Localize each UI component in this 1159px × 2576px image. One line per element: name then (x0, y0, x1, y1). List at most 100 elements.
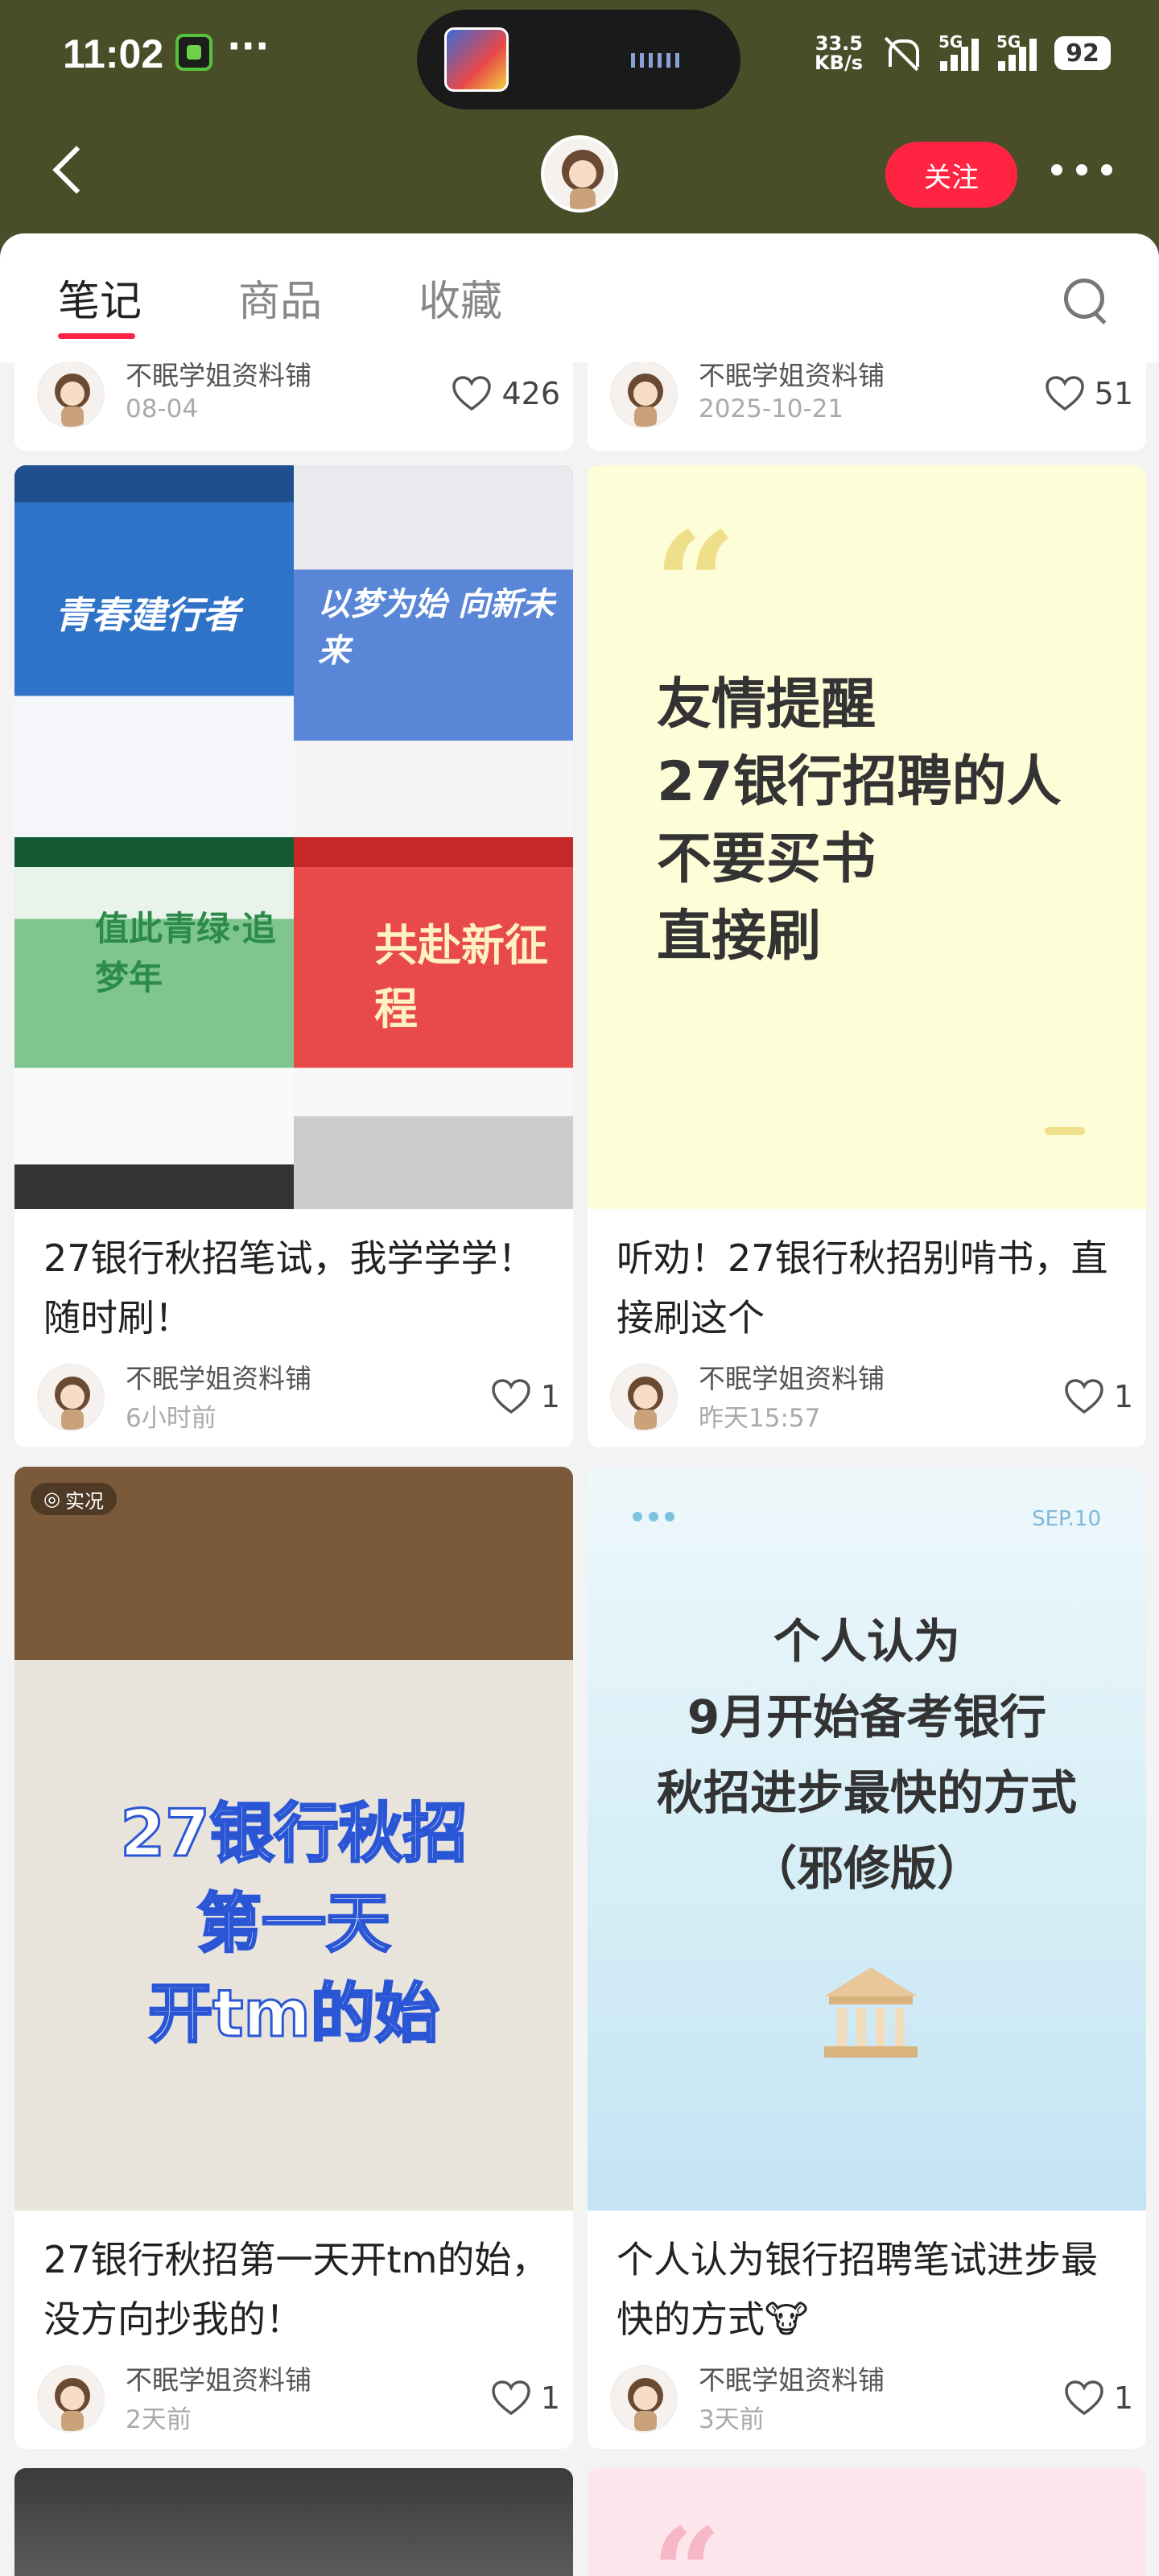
more-options-icon[interactable] (1051, 164, 1112, 177)
audio-wave-icon (631, 53, 681, 68)
note-title[interactable]: 27银行秋招第一天开tm的始，没方向抄我的！ (43, 2230, 551, 2349)
bank-building-icon (824, 1967, 918, 2058)
author-avatar[interactable] (37, 2365, 105, 2433)
author-name[interactable]: 不眠学姐资料铺 (126, 362, 311, 393)
author-name[interactable]: 不眠学姐资料铺 (699, 1357, 885, 1396)
status-indicators: 33.5 KB/s 5G 5G 92 (815, 29, 1111, 77)
like-count: 1 (540, 2380, 560, 2416)
cover-text: 友情提醒 27银行招聘的人 不要买书 直接刷 (657, 673, 1062, 968)
mute-bell-icon (881, 33, 921, 73)
like-count: 51 (1094, 376, 1133, 411)
note-date: 6小时前 (126, 1404, 217, 1433)
author-avatar[interactable] (610, 1364, 678, 1431)
tab-favorites[interactable]: 收藏 (419, 267, 502, 328)
heart-icon (1065, 1379, 1103, 1414)
cover-text: 个人认为 9月开始备考银行 秋招进步最快的方式 （邪修版） (656, 1614, 1077, 1896)
battery-indicator: 92 (1054, 36, 1111, 70)
cover-text: 27银行秋招 第一天 开tm的始 (119, 1795, 468, 2053)
note-card[interactable]: 不眠学姐资料铺 2025-10-21 51 (588, 362, 1146, 451)
cover-label: 以梦为始 向新未来 (318, 585, 555, 670)
note-date: 3天前 (699, 2405, 765, 2434)
note-card[interactable]: 不眠学姐资料铺 08-04 426 (14, 362, 573, 451)
note-cover-image[interactable]: SEP.10 个人认为 9月开始备考银行 秋招进步最快的方式 （邪修版） (588, 1467, 1146, 2211)
author-name[interactable]: 不眠学姐资料铺 (699, 362, 885, 393)
tab-products[interactable]: 商品 (238, 267, 322, 328)
like-count: 1 (540, 1379, 560, 1414)
note-card[interactable]: “ (588, 2468, 1146, 2576)
like-button[interactable]: 51 (1045, 374, 1133, 414)
note-card[interactable]: SEP.10 个人认为 9月开始备考银行 秋招进步最快的方式 （邪修版） 个人认… (588, 1467, 1146, 2449)
live-photo-badge: ◎ 实况 (31, 1483, 117, 1515)
heart-icon (1045, 376, 1084, 411)
more-notifications-icon: ··· (227, 24, 270, 68)
network-speed-value: 33.5 (815, 32, 863, 55)
note-cover-image[interactable]: “ 友情提醒 27银行招聘的人 不要买书 直接刷 (588, 465, 1146, 1209)
author-name[interactable]: 不眠学姐资料铺 (126, 2359, 311, 2397)
signal-label: 5G (996, 32, 1021, 52)
note-meta: 不眠学姐资料铺 2天前 1 (37, 2359, 560, 2439)
note-title[interactable]: 个人认为银行招聘笔试进步最快的方式🐮 (617, 2230, 1124, 2349)
date-label: SEP.10 (1032, 1507, 1101, 1531)
author-avatar[interactable] (610, 362, 678, 428)
quote-mark-icon: “ (652, 2502, 722, 2576)
author-name[interactable]: 不眠学姐资料铺 (699, 2359, 885, 2397)
live-icon: ◎ (43, 1488, 60, 1510)
like-count: 1 (1113, 1379, 1133, 1414)
heart-icon (1065, 2380, 1103, 2416)
status-time: 11:02 (63, 31, 164, 76)
note-card[interactable]: “ 友情提醒 27银行招聘的人 不要买书 直接刷 听劝！27银行秋招别啃书，直接… (588, 465, 1146, 1447)
dots-decoration-icon (633, 1512, 674, 1521)
app-notification-icon (175, 34, 212, 71)
like-button[interactable]: 1 (1064, 2378, 1133, 2418)
bank-site-screenshot: 值此青绿·追梦年 (14, 837, 294, 1209)
like-button[interactable]: 1 (1064, 1377, 1133, 1417)
notes-feed: 不眠学姐资料铺 08-04 426 不眠学姐资料铺 2025-10-21 51 … (0, 362, 1159, 2576)
note-date: 昨天15:57 (699, 1404, 821, 1433)
note-card[interactable]: ◎ 实况 27银行秋招 第一天 开tm的始 27银行秋招第一天开tm的始，没方向… (14, 1467, 573, 2449)
author-avatar[interactable] (37, 362, 105, 428)
cover-label: 值此青绿·追梦年 (95, 909, 276, 997)
follow-button[interactable]: 关注 (885, 142, 1017, 208)
decorative-dash (1045, 1127, 1085, 1135)
like-button[interactable]: 1 (491, 1377, 560, 1417)
note-card[interactable]: 青春建行者 以梦为始 向新未来 值此青绿·追梦年 共赴新征程 27银行秋招笔试，… (14, 465, 573, 1447)
quote-mark-icon: “ (654, 501, 737, 671)
signal-5g-icon: 5G (996, 32, 1037, 71)
like-button[interactable]: 426 (452, 374, 560, 414)
avatar[interactable] (541, 135, 618, 213)
cover-label: 共赴新征程 (374, 919, 548, 1034)
author-avatar[interactable] (37, 1364, 105, 1431)
search-icon[interactable] (1061, 275, 1111, 325)
heart-icon (492, 2380, 530, 2416)
like-button[interactable]: 1 (491, 2378, 560, 2418)
note-title[interactable]: 27银行秋招笔试，我学学学！随时刷！ (43, 1228, 551, 1348)
cover-label: 青春建行者 (55, 593, 240, 637)
note-cover-image[interactable]: ◎ 实况 27银行秋招 第一天 开tm的始 (14, 1467, 573, 2211)
note-date: 2025-10-21 (699, 394, 844, 423)
bank-site-screenshot: 以梦为始 向新未来 (294, 465, 573, 837)
signal-label: 5G (938, 32, 963, 52)
note-date: 2天前 (126, 2405, 192, 2434)
live-label: 实况 (64, 1489, 104, 1513)
note-cover-image[interactable]: 青春建行者 以梦为始 向新未来 值此青绿·追梦年 共赴新征程 (14, 465, 573, 1209)
note-meta: 不眠学姐资料铺 昨天15:57 1 (610, 1357, 1133, 1438)
bank-site-screenshot: 共赴新征程 (294, 837, 573, 1209)
tab-bar: 笔记 商品 收藏 (0, 233, 1159, 362)
dynamic-island[interactable] (417, 10, 740, 109)
media-thumbnail-icon (444, 27, 509, 92)
note-title[interactable]: 听劝！27银行秋招别啃书，直接刷这个 (617, 1228, 1124, 1348)
author-avatar[interactable] (610, 2365, 678, 2433)
network-speed: 33.5 KB/s (815, 34, 863, 72)
tab-notes[interactable]: 笔记 (58, 267, 142, 328)
active-tab-indicator (58, 333, 135, 339)
note-meta: 不眠学姐资料铺 3天前 1 (610, 2359, 1133, 2439)
status-bar: 11:02 ··· 33.5 KB/s 5G 5G 92 (0, 0, 1159, 113)
profile-header: 关注 (0, 113, 1159, 233)
like-count: 1 (1113, 2380, 1133, 2416)
note-meta: 不眠学姐资料铺 6小时前 1 (37, 1357, 560, 1438)
back-arrow-icon[interactable] (47, 145, 95, 193)
author-name[interactable]: 不眠学姐资料铺 (126, 1357, 311, 1396)
note-meta: 不眠学姐资料铺 08-04 426 (37, 362, 560, 435)
note-card[interactable] (14, 2468, 573, 2576)
note-meta: 不眠学姐资料铺 2025-10-21 51 (610, 362, 1133, 435)
